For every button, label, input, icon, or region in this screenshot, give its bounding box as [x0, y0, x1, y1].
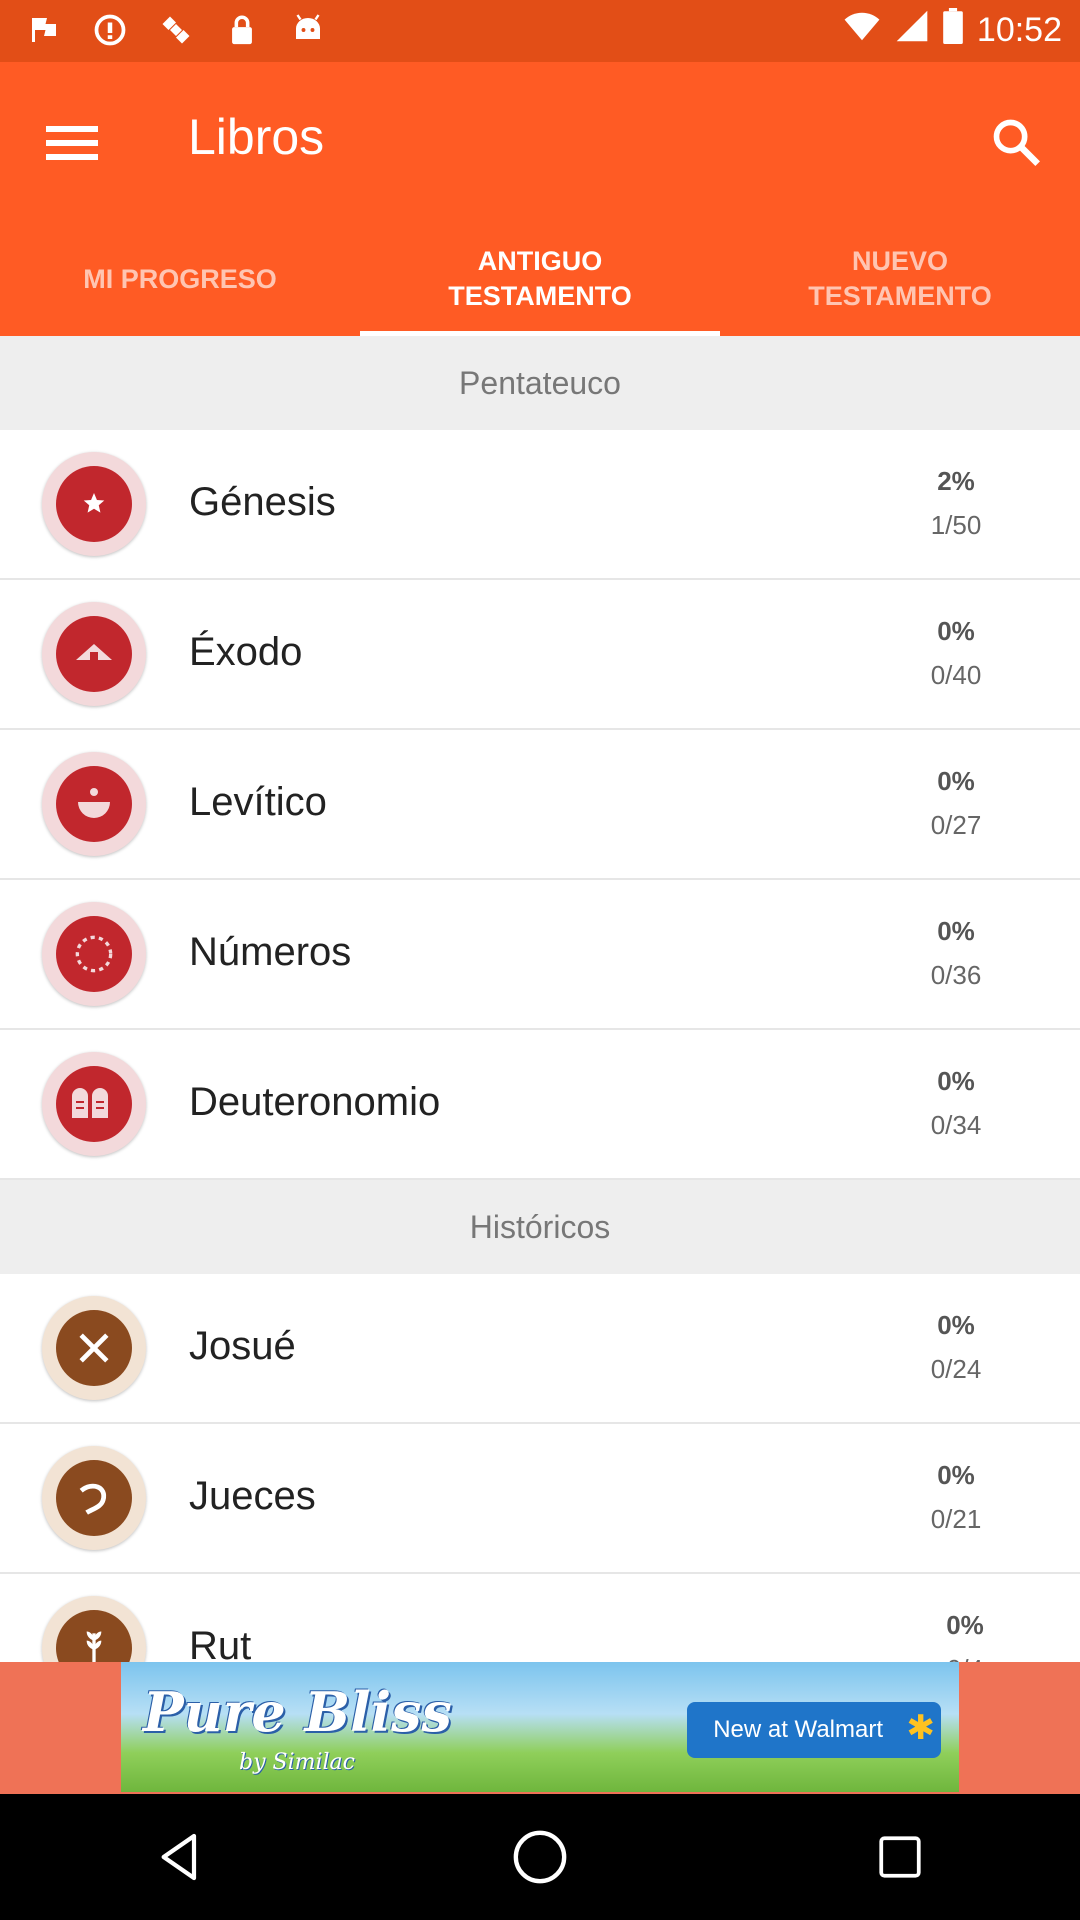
book-percent: 0% [937, 1460, 975, 1490]
book-name: Rut [189, 1624, 252, 1662]
ad-subtitle: by Similac [239, 1750, 355, 1775]
book-progress: 0/36 [930, 960, 982, 990]
book-progress: 0/4 [925, 1654, 1005, 1662]
tab-nuevo-testamento[interactable]: NUEVO TESTAMENTO [720, 222, 1080, 336]
star-icon [83, 493, 105, 513]
book-percent: 0% [937, 766, 975, 796]
ad-banner[interactable]: Pure Bliss by Similac New at Walmart ✱ [121, 1662, 959, 1792]
book-row-numeros[interactable]: Números 0% 0/36 [0, 880, 1080, 1030]
book-percent: 0% [937, 1310, 975, 1340]
book-progress: 0/27 [930, 810, 982, 840]
ad-title: Pure Bliss [143, 1680, 452, 1744]
status-time: 10:52 [976, 11, 1062, 49]
book-name: Josué [189, 1324, 296, 1368]
fake-gps-icon [24, 10, 64, 50]
section-header-historicos: Históricos [0, 1180, 1080, 1274]
section-header-pentateuco: Pentateuco [0, 336, 1080, 430]
tent-icon [76, 644, 112, 660]
page-title: Libros [188, 109, 325, 165]
back-button[interactable] [130, 1807, 230, 1907]
ad-cta-button[interactable]: New at Walmart [687, 1702, 941, 1758]
wifi-icon [843, 9, 881, 52]
horn-icon [79, 1483, 107, 1515]
back-icon [161, 1833, 197, 1881]
android-icon [288, 10, 328, 50]
menu-button[interactable] [42, 112, 102, 172]
book-list[interactable]: Pentateuco Génesis 2% 1/50 Éxodo 0% 0/40… [0, 336, 1080, 1662]
book-avatar [42, 1296, 146, 1400]
book-avatar [42, 1446, 146, 1550]
ad-cta-label: New at Walmart [713, 1716, 883, 1743]
book-row-exodo[interactable]: Éxodo 0% 0/40 [0, 580, 1080, 730]
book-row-deuteronomio[interactable]: Deuteronomio 0% 0/34 [0, 1030, 1080, 1180]
book-name: Éxodo [189, 630, 303, 674]
book-avatar [42, 752, 146, 856]
signal-icon [895, 9, 929, 52]
walmart-spark-icon: ✱ [906, 1709, 936, 1747]
book-percent: 0% [937, 1066, 975, 1096]
book-row-levitico[interactable]: Levítico 0% 0/27 [0, 730, 1080, 880]
book-avatar [42, 902, 146, 1006]
satellite-icon [156, 10, 196, 50]
book-percent: 0% [946, 1610, 984, 1640]
home-button[interactable] [490, 1807, 590, 1907]
status-system-icons: 10:52 [843, 8, 1062, 53]
book-percent: 0% [937, 916, 975, 946]
data-saver-icon [90, 10, 130, 50]
book-progress: 1/50 [930, 510, 982, 540]
book-name: Deuteronomio [189, 1080, 441, 1124]
status-notification-icons [24, 10, 328, 50]
book-row-rut[interactable]: Rut 0% 0/4 [0, 1574, 1080, 1662]
crossed-swords-icon [79, 1333, 109, 1363]
search-button[interactable] [980, 106, 1052, 178]
book-progress: 0/24 [930, 1354, 982, 1384]
book-avatar [42, 1052, 146, 1156]
tablets-icon [72, 1088, 108, 1118]
recents-button[interactable] [850, 1807, 950, 1907]
book-row-genesis[interactable]: Génesis 2% 1/50 [0, 430, 1080, 580]
home-icon [513, 1830, 567, 1884]
book-row-josue[interactable]: Josué 0% 0/24 [0, 1274, 1080, 1424]
book-percent: 0% [937, 616, 975, 646]
book-name: Números [189, 930, 352, 974]
book-avatar [42, 1596, 146, 1662]
book-avatar [42, 452, 146, 556]
tab-bar: MI PROGRESO ANTIGUO TESTAMENTO NUEVO TES… [0, 222, 1080, 336]
recents-icon [879, 1836, 921, 1878]
book-avatar [42, 602, 146, 706]
book-name: Levítico [189, 780, 327, 824]
book-progress: 0/21 [930, 1504, 982, 1534]
hamburger-menu-icon [46, 126, 98, 160]
tab-antiguo-testamento[interactable]: ANTIGUO TESTAMENTO [360, 222, 720, 336]
battery-icon [943, 8, 963, 53]
book-name: Jueces [189, 1474, 316, 1518]
navigation-bar [0, 1794, 1080, 1920]
book-progress: 0/40 [930, 660, 982, 690]
tab-mi-progreso[interactable]: MI PROGRESO [0, 222, 360, 336]
book-name: Génesis [189, 480, 336, 524]
circle-dots-icon [75, 935, 113, 973]
app-bar: Libros MI PROGRESO ANTIGUO TESTAMENTO NU… [0, 62, 1080, 336]
lock-icon [222, 10, 262, 50]
book-percent: 2% [937, 466, 975, 496]
book-progress: 0/34 [930, 1110, 982, 1140]
bowl-icon [78, 788, 110, 818]
search-icon [993, 119, 1040, 166]
wheat-icon [86, 1631, 102, 1662]
status-bar: 10:52 [0, 0, 1080, 62]
book-row-jueces[interactable]: Jueces 0% 0/21 [0, 1424, 1080, 1574]
